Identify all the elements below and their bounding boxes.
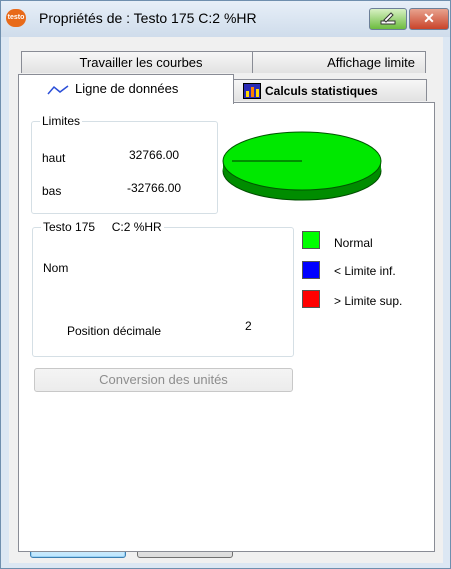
tab-affichage-limite[interactable]: Affichage limite bbox=[252, 51, 426, 73]
tab-ligne-de-donnees[interactable]: Ligne de données bbox=[18, 74, 234, 104]
close-icon: ✕ bbox=[423, 10, 435, 26]
tab-calculs-statistiques[interactable]: Calculs statistiques bbox=[230, 79, 427, 101]
normal-color-swatch[interactable] bbox=[302, 231, 320, 249]
channel-group: Testo 175 C:2 %HR Nom Position décimale … bbox=[32, 220, 294, 357]
decimal-position-label: Position décimale bbox=[67, 324, 162, 338]
decimal-position-value: 2 bbox=[245, 319, 252, 333]
limits-group: Limites haut 32766.00 bas -32766.00 bbox=[31, 114, 218, 214]
high-value: 32766.00 bbox=[129, 148, 180, 162]
tab-ligne-label: Ligne de données bbox=[75, 81, 179, 96]
channel-group-title: Testo 175 C:2 %HR bbox=[41, 220, 164, 234]
unit-conversion-button[interactable]: Conversion des unités bbox=[34, 368, 293, 392]
statistics-icon bbox=[243, 83, 261, 99]
limits-group-title: Limites bbox=[40, 114, 83, 128]
tab-page-ligne-de-donnees: Limites haut 32766.00 bas -32766.00 Test… bbox=[18, 102, 435, 552]
close-button[interactable]: ✕ bbox=[409, 8, 449, 30]
lower-limit-legend-label: < Limite inf. bbox=[334, 264, 396, 278]
lower-limit-color-swatch[interactable] bbox=[302, 261, 320, 279]
low-label: bas bbox=[42, 184, 62, 198]
data-line-icon bbox=[47, 85, 69, 95]
high-label: haut bbox=[42, 151, 66, 165]
testo-app-icon: testo bbox=[6, 9, 26, 27]
tab-calculs-label: Calculs statistiques bbox=[265, 84, 378, 98]
upper-limit-color-swatch[interactable] bbox=[302, 290, 320, 308]
edit-button[interactable] bbox=[369, 8, 407, 30]
low-value: -32766.00 bbox=[127, 181, 182, 195]
limits-pie-chart bbox=[222, 131, 382, 201]
tab-travailler-les-courbes[interactable]: Travailler les courbes bbox=[21, 51, 261, 73]
title-bar[interactable]: testo Propriétés de : Testo 175 C:2 %HR … bbox=[1, 1, 450, 37]
upper-limit-legend-label: > Limite sup. bbox=[334, 294, 403, 308]
normal-legend-label: Normal bbox=[334, 236, 373, 250]
window-title: Propriétés de : Testo 175 C:2 %HR bbox=[39, 10, 257, 26]
properties-window: testo Propriétés de : Testo 175 C:2 %HR … bbox=[0, 0, 451, 569]
dialog-client-area: Travailler les courbes Affichage limite … bbox=[9, 37, 443, 563]
pencil-icon bbox=[380, 12, 396, 25]
name-label: Nom bbox=[43, 261, 69, 275]
